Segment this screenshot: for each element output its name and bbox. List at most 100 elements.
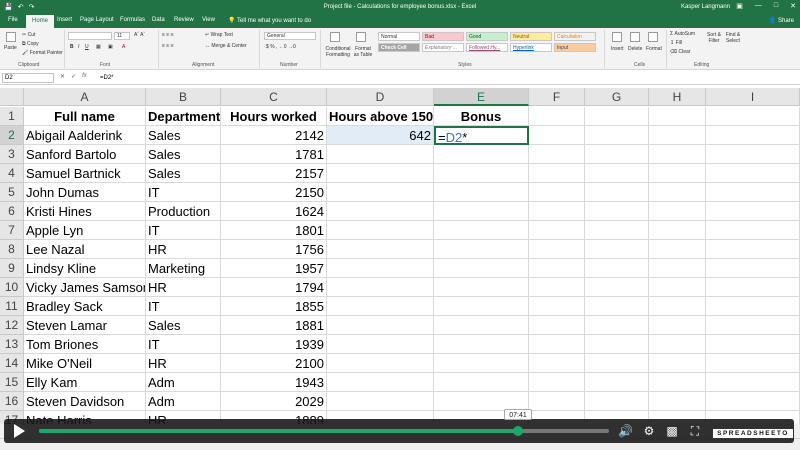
cell[interactable] xyxy=(529,183,585,202)
cell[interactable] xyxy=(649,183,706,202)
cell[interactable] xyxy=(585,107,649,126)
header-cell-a[interactable]: Full name xyxy=(24,107,146,126)
cell[interactable] xyxy=(706,221,800,240)
italic-button[interactable]: I xyxy=(78,44,79,50)
bonus-formula-cell[interactable]: =D2* xyxy=(434,126,529,145)
name-cell[interactable]: John Dumas xyxy=(24,183,146,202)
tab-page-layout[interactable]: Page Layout xyxy=(80,17,114,23)
bold-button[interactable]: B xyxy=(70,44,74,50)
cell[interactable] xyxy=(706,107,800,126)
row-header-1[interactable]: 1 xyxy=(0,107,24,126)
cell[interactable] xyxy=(649,278,706,297)
bonus-cell[interactable] xyxy=(434,240,529,259)
cell[interactable] xyxy=(529,107,585,126)
tab-insert[interactable]: Insert xyxy=(57,17,72,23)
department-cell[interactable]: HR xyxy=(146,240,221,259)
row-header-6[interactable]: 6 xyxy=(0,202,24,221)
cell[interactable] xyxy=(706,297,800,316)
hours-worked-cell[interactable]: 2100 xyxy=(221,354,327,373)
enter-icon[interactable]: ✓ xyxy=(71,73,76,80)
row-header-3[interactable]: 3 xyxy=(0,145,24,164)
cell[interactable] xyxy=(649,107,706,126)
hours-above-cell[interactable] xyxy=(327,392,434,411)
hours-above-cell[interactable] xyxy=(327,297,434,316)
style-followed-hyperlink[interactable]: Followed Hy... xyxy=(466,43,508,52)
tab-view[interactable]: View xyxy=(202,17,215,23)
merge-center-button[interactable]: ↔ Merge & Center xyxy=(205,43,247,49)
conditional-formatting-button[interactable]: Conditional Formatting xyxy=(324,46,352,58)
borders-icon[interactable]: ▦ xyxy=(96,44,101,50)
cell[interactable] xyxy=(649,202,706,221)
department-cell[interactable]: Adm xyxy=(146,373,221,392)
row-header-15[interactable]: 15 xyxy=(0,373,24,392)
cell[interactable] xyxy=(649,259,706,278)
cell[interactable] xyxy=(706,202,800,221)
cell[interactable] xyxy=(706,183,800,202)
department-cell[interactable]: HR xyxy=(146,278,221,297)
column-header-i[interactable]: I xyxy=(706,88,800,106)
department-cell[interactable]: Sales xyxy=(146,164,221,183)
name-cell[interactable]: Apple Lyn xyxy=(24,221,146,240)
style-input[interactable]: Input xyxy=(554,43,596,52)
bonus-cell[interactable] xyxy=(434,278,529,297)
hours-worked-cell[interactable]: 1881 xyxy=(221,316,327,335)
cell[interactable] xyxy=(649,316,706,335)
formula-input[interactable]: =D2* xyxy=(100,74,114,82)
header-cell-c[interactable]: Hours worked xyxy=(221,107,327,126)
hours-worked-cell[interactable]: 1801 xyxy=(221,221,327,240)
cell[interactable] xyxy=(649,240,706,259)
department-cell[interactable]: Marketing xyxy=(146,259,221,278)
maximize-icon[interactable]: □ xyxy=(774,2,778,10)
cell[interactable] xyxy=(585,373,649,392)
name-cell[interactable]: Steven Davidson xyxy=(24,392,146,411)
cell[interactable] xyxy=(585,278,649,297)
cell[interactable] xyxy=(585,259,649,278)
picture-in-picture-icon[interactable]: ▩ xyxy=(665,424,679,438)
cell[interactable] xyxy=(529,126,585,145)
department-cell[interactable]: Sales xyxy=(146,126,221,145)
hours-above-cell[interactable] xyxy=(327,145,434,164)
cell[interactable] xyxy=(585,221,649,240)
column-header-b[interactable]: B xyxy=(146,88,221,106)
hours-worked-cell[interactable]: 1943 xyxy=(221,373,327,392)
hours-worked-cell[interactable]: 2150 xyxy=(221,183,327,202)
cell[interactable] xyxy=(529,354,585,373)
bonus-cell[interactable] xyxy=(434,145,529,164)
align-top-icon[interactable]: ≡ ≡ ≡ xyxy=(162,32,174,38)
hours-above-cell[interactable] xyxy=(327,373,434,392)
tab-file[interactable]: File xyxy=(8,17,18,23)
cell[interactable] xyxy=(529,392,585,411)
style-hyperlink[interactable]: Hyperlink xyxy=(510,43,552,52)
cell[interactable] xyxy=(706,392,800,411)
department-cell[interactable]: Adm xyxy=(146,392,221,411)
name-cell[interactable]: Tom Briones xyxy=(24,335,146,354)
cell[interactable] xyxy=(585,126,649,145)
fullscreen-icon[interactable]: ⛶ xyxy=(688,424,702,438)
hours-above-cell[interactable] xyxy=(327,202,434,221)
name-cell[interactable]: Vicky James Samson xyxy=(24,278,146,297)
row-header-4[interactable]: 4 xyxy=(0,164,24,183)
cell[interactable] xyxy=(529,297,585,316)
name-cell[interactable]: Lee Nazal xyxy=(24,240,146,259)
cell[interactable] xyxy=(529,240,585,259)
cell[interactable] xyxy=(529,316,585,335)
cell[interactable] xyxy=(585,202,649,221)
hours-worked-cell[interactable]: 1855 xyxy=(221,297,327,316)
play-icon[interactable] xyxy=(14,424,25,438)
name-box[interactable]: D2 xyxy=(2,73,54,83)
cell[interactable] xyxy=(529,335,585,354)
cell[interactable] xyxy=(706,145,800,164)
hours-above-cell[interactable] xyxy=(327,354,434,373)
hours-worked-cell[interactable]: 2029 xyxy=(221,392,327,411)
hours-worked-cell[interactable]: 1624 xyxy=(221,202,327,221)
department-cell[interactable]: Sales xyxy=(146,145,221,164)
bonus-cell[interactable] xyxy=(434,316,529,335)
column-header-d[interactable]: D xyxy=(327,88,434,106)
hours-worked-cell[interactable]: 1957 xyxy=(221,259,327,278)
column-header-f[interactable]: F xyxy=(529,88,585,106)
fill-button[interactable]: ↧ Fill xyxy=(670,40,682,46)
name-cell[interactable]: Samuel Bartnick xyxy=(24,164,146,183)
fill-color-icon[interactable]: ▣ xyxy=(108,44,113,50)
row-header-16[interactable]: 16 xyxy=(0,392,24,411)
tab-formulas[interactable]: Formulas xyxy=(120,17,145,23)
